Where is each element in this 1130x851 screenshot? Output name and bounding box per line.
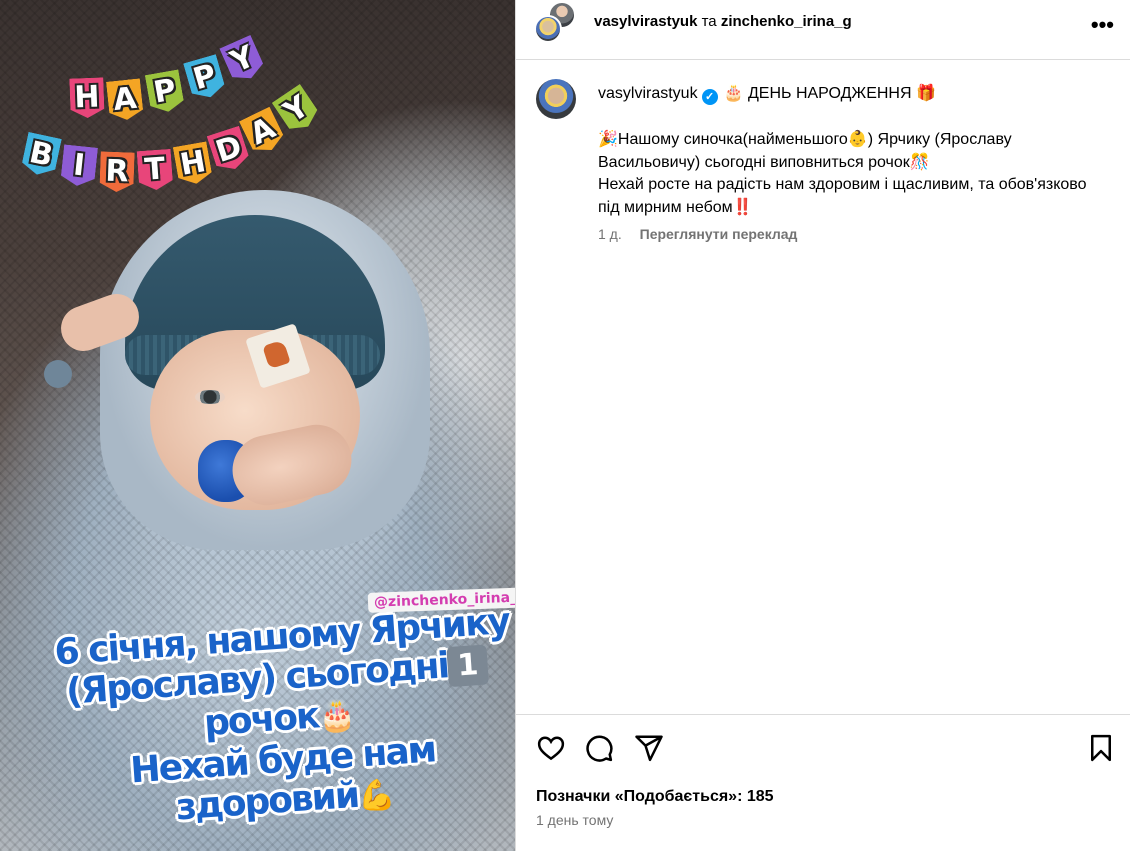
happy-birthday-bunting: HAPPYBIRTHDAY (0, 0, 515, 220)
bunting-flag: H (69, 77, 104, 118)
caption-title: 🎂 ДЕНЬ НАРОДЖЕННЯ 🎁 (723, 85, 936, 102)
bunting-flag: P (183, 54, 227, 102)
caption-meta: 1 д. Переглянути переклад (598, 226, 797, 242)
bunting-flag: T (137, 149, 174, 191)
post-timestamp[interactable]: 1 день тому (536, 812, 613, 828)
keycap-one-emoji: 1 (446, 644, 490, 688)
actions-bar: Позначки «Подобається»: 185 1 день тому (516, 714, 1130, 851)
caption-text: 🎉Нашому синочка(найменьшого👶) Ярчику (Яр… (598, 131, 1087, 216)
see-translation-link[interactable]: Переглянути переклад (640, 226, 798, 242)
username-link[interactable]: zinchenko_irina_g (721, 13, 852, 30)
post-header: vasylvirastyuk та zinchenko_irina_g ••• (516, 0, 1130, 60)
collab-usernames: vasylvirastyuk та zinchenko_irina_g (594, 13, 852, 30)
send-icon (635, 735, 663, 762)
save-button[interactable] (1086, 733, 1116, 763)
story-caption: 6 січня, нашому Ярчику (Ярославу) сьогод… (53, 601, 510, 838)
cake-emoji: 🎂 (317, 697, 357, 736)
likes-count[interactable]: Позначки «Подобається»: 185 (536, 788, 774, 806)
and-text: та (701, 13, 717, 30)
bunting-flag: P (145, 69, 185, 114)
caption-section: vasylvirastyuk ✓ 🎂 ДЕНЬ НАРОДЖЕННЯ 🎁 🎉Нашо… (516, 61, 1130, 714)
post-age[interactable]: 1 д. (598, 226, 622, 242)
caption-header: vasylvirastyuk ✓ 🎂 ДЕНЬ НАРОДЖЕННЯ 🎁 (598, 83, 936, 105)
post-photo[interactable]: HAPPYBIRTHDAY @zinchenko_irina_g 6 січня… (0, 0, 515, 851)
avatar[interactable] (534, 15, 562, 43)
username-link[interactable]: vasylvirastyuk (594, 13, 697, 30)
comment-icon (586, 735, 613, 762)
bunting-flag: Y (219, 35, 266, 85)
bookmark-icon (1091, 734, 1111, 762)
more-options-icon[interactable]: ••• (1091, 12, 1114, 38)
story-line-3-text: рочок (202, 695, 320, 745)
bunting-flag: B (20, 132, 62, 178)
bunting-flag: R (99, 151, 134, 192)
heart-icon (537, 736, 565, 761)
verified-badge-icon: ✓ (701, 89, 718, 105)
baby-eye (195, 390, 225, 404)
collab-avatars[interactable] (534, 1, 578, 45)
bunting-flag: I (60, 144, 98, 187)
muscle-emoji: 💪 (356, 777, 397, 815)
share-button[interactable] (634, 733, 664, 763)
username-link[interactable]: vasylvirastyuk (598, 85, 698, 102)
avatar[interactable] (536, 79, 576, 119)
like-button[interactable] (536, 733, 566, 763)
bunting-flag: H (173, 141, 213, 186)
comment-button[interactable] (584, 733, 614, 763)
snowsuit-button (44, 360, 72, 388)
bunting-flag: A (106, 78, 144, 121)
